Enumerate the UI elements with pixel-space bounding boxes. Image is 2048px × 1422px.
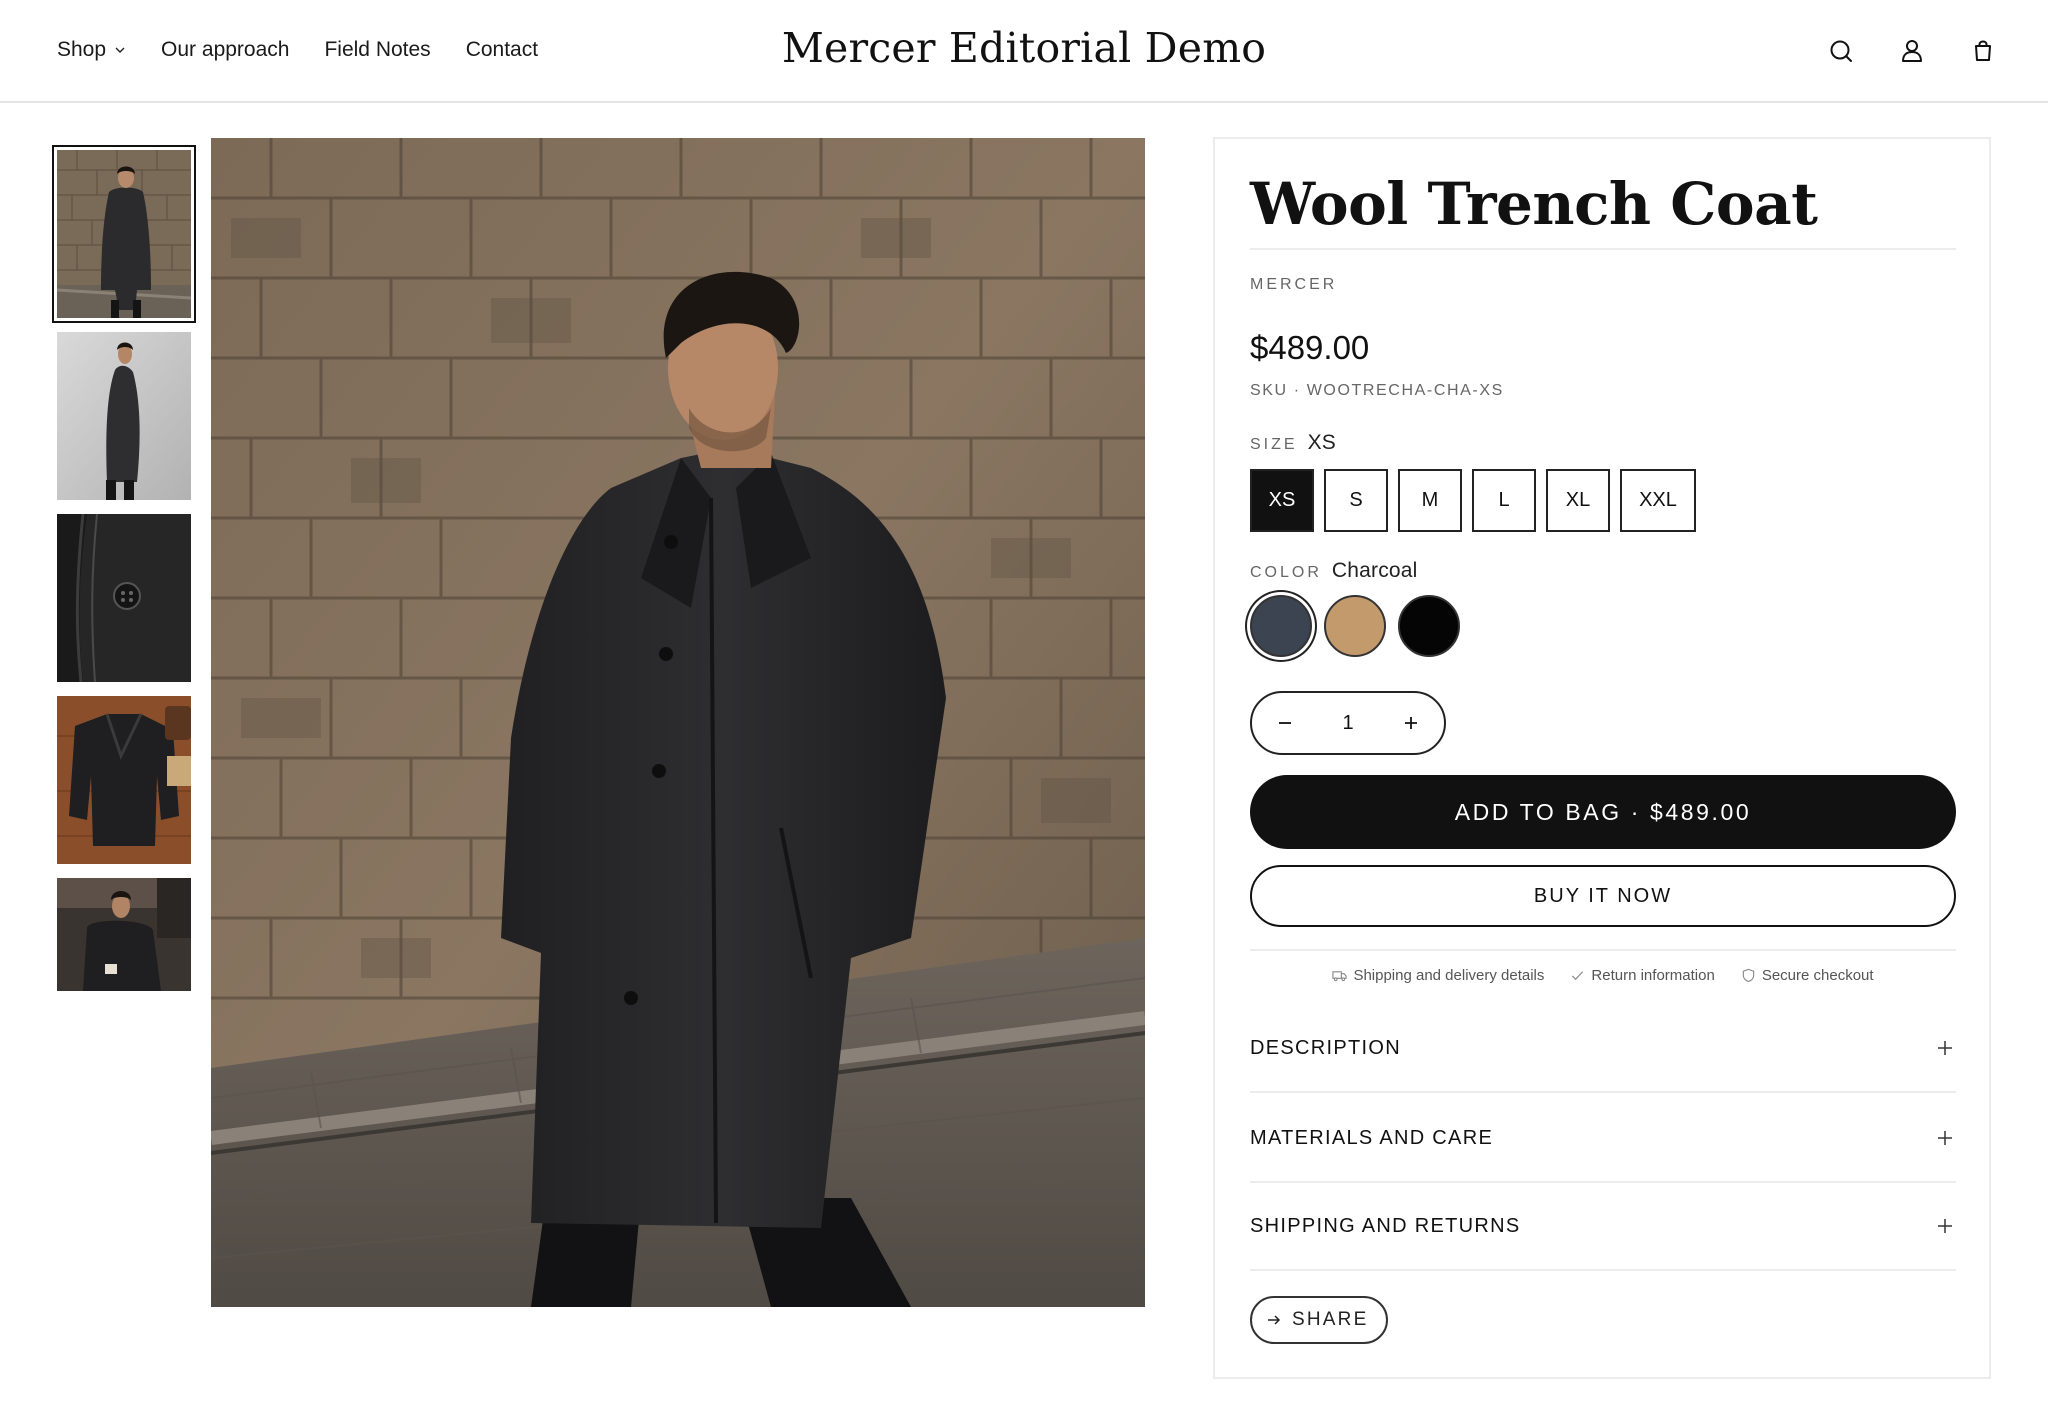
coat-flatlay-photo (57, 696, 191, 864)
bag-icon (1975, 40, 1991, 61)
color-swatch-camel[interactable] (1324, 595, 1386, 657)
size-option-label: SIZE XS (1250, 431, 1336, 455)
nav-contact[interactable]: Contact (466, 38, 538, 62)
color-selected-value: Charcoal (1331, 559, 1418, 582)
search-icon (1830, 40, 1852, 62)
nav-field-notes-label: Field Notes (324, 38, 431, 61)
product-sku: SKU · WOOTRECHA-CHA-XS (1250, 382, 1504, 399)
quantity-value[interactable]: 1 (1342, 712, 1353, 735)
quantity-decrease-button[interactable] (1270, 708, 1300, 738)
thumbnail-list (52, 145, 196, 1005)
nav-our-approach[interactable]: Our approach (161, 38, 289, 62)
nav-our-approach-label: Our approach (161, 38, 290, 61)
plus-icon (1405, 717, 1417, 729)
account-button[interactable] (1895, 34, 1929, 68)
size-option-xl[interactable]: XL (1546, 469, 1610, 532)
buy-it-now-button[interactable]: BUY IT NOW (1250, 865, 1956, 927)
quantity-increase-button[interactable] (1396, 708, 1426, 738)
shipping-details-label: Shipping and delivery details (1353, 967, 1545, 984)
header-actions (1787, 34, 2000, 68)
add-to-bag-button[interactable]: ADD TO BAG · $489.00 (1250, 775, 1956, 849)
product-panel: Wool Trench Coat MERCER $489.00 SKU · WO… (1213, 137, 1991, 1379)
return-information-link[interactable]: Return information (1570, 967, 1715, 984)
site-header: Shop Our approach Field Notes Contact Me… (0, 0, 2048, 103)
thumbnail-3[interactable] (57, 514, 191, 682)
nav-shop-label: Shop (57, 38, 107, 61)
truck-icon (1332, 971, 1348, 982)
search-button[interactable] (1824, 34, 1858, 68)
thumbnail-1[interactable] (52, 145, 196, 323)
trust-links: Shipping and delivery details Return inf… (1250, 967, 1956, 984)
accordion-shipping-and-returns[interactable]: SHIPPING AND RETURNS (1250, 1183, 1956, 1271)
shipping-details-link[interactable]: Shipping and delivery details (1332, 967, 1544, 984)
thumbnail-5[interactable] (57, 878, 191, 991)
size-selected-value: XS (1307, 431, 1336, 454)
divider (1250, 949, 1956, 951)
coat-button-detail-photo (57, 514, 191, 682)
color-swatch-black[interactable] (1398, 595, 1460, 657)
size-label: SIZE (1250, 436, 1298, 453)
thumbnail-2[interactable] (57, 332, 191, 500)
color-option-label: COLOR Charcoal (1250, 559, 1418, 583)
nav-field-notes[interactable]: Field Notes (324, 38, 430, 62)
share-label: SHARE (1292, 1309, 1369, 1330)
return-information-label: Return information (1591, 967, 1715, 984)
brand-logo[interactable]: Mercer Editorial Demo (782, 24, 1266, 72)
plus-icon (1938, 1131, 1952, 1145)
man-in-charcoal-wool-coat-photo (211, 138, 1145, 1307)
size-option-m[interactable]: M (1398, 469, 1462, 532)
size-option-l[interactable]: L (1472, 469, 1536, 532)
nav-contact-label: Contact (465, 38, 539, 61)
accordion-description-label: DESCRIPTION (1250, 1036, 1401, 1059)
product-price: $489.00 (1250, 329, 1370, 366)
size-option-s[interactable]: S (1324, 469, 1388, 532)
color-label: COLOR (1250, 564, 1322, 581)
product-vendor: MERCER (1250, 276, 1338, 293)
secure-checkout-link[interactable]: Secure checkout (1741, 967, 1874, 984)
color-selector (1250, 595, 1472, 657)
bag-button[interactable] (1966, 34, 2000, 68)
main-nav: Shop Our approach Field Notes Contact (57, 38, 573, 62)
accordion-shipping-label: SHIPPING AND RETURNS (1250, 1214, 1521, 1237)
product-title: Wool Trench Coat (1250, 170, 1956, 250)
accordion-description[interactable]: DESCRIPTION (1250, 1005, 1956, 1093)
coat-side-photo (57, 332, 191, 500)
check-icon (1572, 971, 1584, 981)
chevron-down-icon (115, 47, 125, 53)
arrow-right-icon (1268, 1315, 1281, 1325)
quantity-stepper: 1 (1250, 691, 1446, 755)
thumbnail-4[interactable] (57, 696, 191, 864)
shield-icon (1742, 968, 1755, 983)
coat-front-photo (57, 150, 191, 318)
size-option-xs[interactable]: XS (1250, 469, 1314, 532)
plus-icon (1938, 1219, 1952, 1233)
main-product-image[interactable] (211, 138, 1145, 1307)
plus-icon (1938, 1041, 1952, 1055)
accordion-materials-label: MATERIALS AND CARE (1250, 1126, 1494, 1149)
secure-checkout-label: Secure checkout (1761, 967, 1874, 984)
size-option-xxl[interactable]: XXL (1620, 469, 1696, 532)
account-icon (1902, 40, 1922, 62)
accordion-materials-and-care[interactable]: MATERIALS AND CARE (1250, 1095, 1956, 1183)
nav-shop[interactable]: Shop (57, 38, 126, 62)
coat-seated-photo (57, 878, 191, 991)
minus-icon (1279, 722, 1291, 724)
size-selector: XS S M L XL XXL (1250, 469, 1706, 532)
color-swatch-charcoal[interactable] (1250, 595, 1312, 657)
share-button[interactable]: SHARE (1250, 1296, 1389, 1344)
